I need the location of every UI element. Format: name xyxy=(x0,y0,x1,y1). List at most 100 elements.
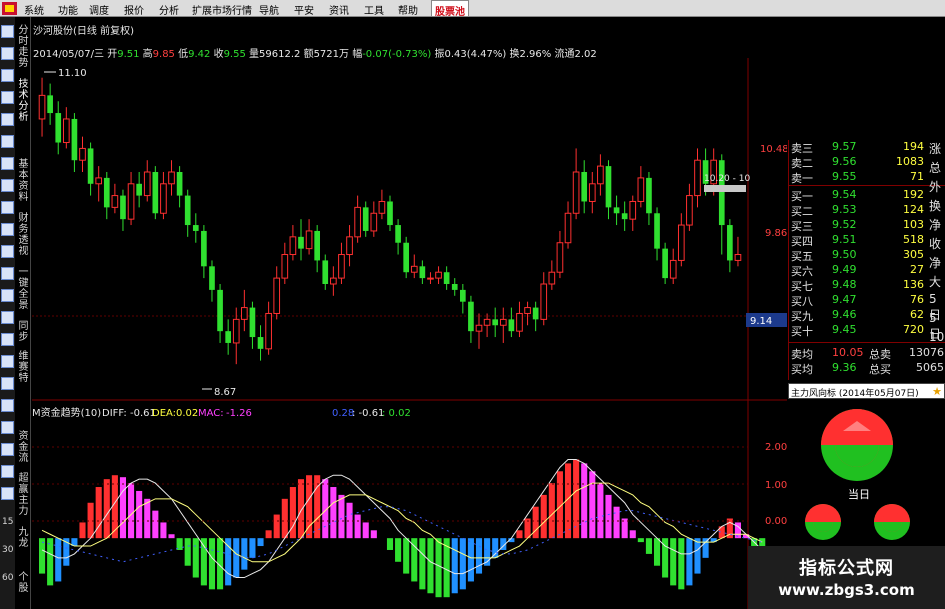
menu-stock-pool[interactable]: 股票池 xyxy=(431,0,469,18)
candle-body xyxy=(572,171,580,214)
buy-price: 9.53 xyxy=(832,203,857,216)
candle-body xyxy=(588,183,596,202)
menu-function[interactable]: 功能 xyxy=(58,2,78,17)
candle-body xyxy=(257,337,264,349)
formula-icon[interactable] xyxy=(1,421,14,434)
watermark-title: 指标公式网 xyxy=(799,558,894,579)
buy-volume: 76 xyxy=(910,293,924,306)
boll-icon[interactable] xyxy=(1,377,14,390)
buy-row[interactable]: 买八 9.47 76 xyxy=(789,293,945,308)
buy-price: 9.54 xyxy=(832,188,857,201)
hand-icon[interactable] xyxy=(1,289,14,302)
macd-bar xyxy=(702,538,709,558)
buy-row[interactable]: 买一 9.54 192 xyxy=(789,188,945,203)
export-icon[interactable] xyxy=(1,443,14,456)
pattern-icon[interactable] xyxy=(1,245,14,258)
macd-bars-group xyxy=(39,459,766,598)
buy-row[interactable]: 买九 9.46 62 xyxy=(789,308,945,323)
buy-volume: 103 xyxy=(903,218,924,231)
buy-price: 9.48 xyxy=(832,278,857,291)
period-15[interactable]: 15 xyxy=(2,517,13,527)
buy-row[interactable]: 买三 9.52 103 xyxy=(789,218,945,233)
today-label: 当日 xyxy=(848,488,870,501)
tab-individual[interactable]: 个股 xyxy=(17,572,30,594)
macd-bar xyxy=(95,487,102,539)
chart-area[interactable]: 10.48 9.86 9.14 11.10 8.67 10.20 - 10 M资… xyxy=(32,58,787,609)
zoom-out-icon[interactable] xyxy=(1,69,14,82)
macd-bar xyxy=(540,494,547,539)
buy-row[interactable]: 买十 9.45 720 xyxy=(789,323,945,338)
tab-weisaite[interactable]: 维赛特 xyxy=(17,351,30,384)
watermark-url: www.zbgs3.com xyxy=(778,581,915,599)
avg-sell-price: 10.05 xyxy=(832,346,864,359)
candle-body xyxy=(152,172,159,214)
menu-tools[interactable]: 工具 xyxy=(364,2,384,17)
compare-icon[interactable] xyxy=(1,179,14,192)
three-day-flow-pie xyxy=(805,504,841,540)
rsi-icon[interactable] xyxy=(1,333,14,346)
zoom-in-icon[interactable] xyxy=(1,47,14,60)
menu-pingan[interactable]: 平安 xyxy=(294,2,314,17)
tab-sync[interactable]: 同步 xyxy=(17,321,30,343)
buy-level-label: 买三 xyxy=(791,220,813,233)
candle-body xyxy=(95,177,103,185)
tab-financials[interactable]: 财务透视 xyxy=(17,213,30,257)
vol-icon[interactable] xyxy=(1,355,14,368)
tab-panorama[interactable]: 一键全景 xyxy=(17,267,30,311)
menu-extended-market[interactable]: 扩展市场行情 xyxy=(192,2,252,17)
menu-navigation[interactable]: 导航 xyxy=(259,2,279,17)
menu-analysis[interactable]: 分析 xyxy=(159,2,179,17)
candle-body xyxy=(298,236,304,249)
candle-body xyxy=(581,172,588,202)
sell-row[interactable]: 卖一 9.55 71 xyxy=(789,170,945,185)
menu-system[interactable]: 系统 xyxy=(24,2,44,17)
period-30[interactable]: 30 xyxy=(2,545,13,555)
macd-bar xyxy=(144,498,151,539)
candle-body xyxy=(225,331,231,343)
buy-row[interactable]: 买四 9.51 518 xyxy=(789,233,945,248)
macd-bar xyxy=(419,538,426,590)
buy-row[interactable]: 买二 9.53 124 xyxy=(789,203,945,218)
tab-technical[interactable]: 技术分析 xyxy=(17,79,30,123)
current-price-value: 9.14 xyxy=(750,316,772,327)
buy-row[interactable]: 买五 9.50 305 xyxy=(789,248,945,263)
menu-dispatch[interactable]: 调度 xyxy=(89,2,109,17)
candle-body xyxy=(629,200,637,220)
settings-icon[interactable] xyxy=(1,267,14,280)
kdj-icon[interactable] xyxy=(1,311,14,324)
line-tool-icon[interactable] xyxy=(1,91,14,104)
sell-volume: 194 xyxy=(903,140,924,153)
macd-bar xyxy=(597,483,604,539)
macd-bar xyxy=(362,522,369,539)
sell-row[interactable]: 卖三 9.57 194 xyxy=(789,140,945,155)
candle-body xyxy=(508,319,515,332)
menu-quote[interactable]: 报价 xyxy=(124,2,144,17)
text-tool-icon[interactable] xyxy=(1,223,14,236)
menu-news[interactable]: 资讯 xyxy=(329,2,349,17)
tab-intraday[interactable]: 分时走势 xyxy=(17,25,30,69)
tab-capital-flow[interactable]: 资金流 xyxy=(17,431,30,464)
indicator-extra-1: 0.28 xyxy=(332,408,354,419)
macd-bar xyxy=(47,538,54,586)
cursor-icon[interactable] xyxy=(1,25,14,38)
alert-icon[interactable] xyxy=(1,487,14,500)
menu-help[interactable]: 帮助 xyxy=(398,2,418,17)
period-icon[interactable] xyxy=(1,157,14,170)
sell-row[interactable]: 卖二 9.56 1083 xyxy=(789,155,945,170)
draw-icon[interactable] xyxy=(1,201,14,214)
edit-icon[interactable] xyxy=(1,399,14,412)
info-icon[interactable] xyxy=(1,465,14,478)
candle-body xyxy=(71,118,78,161)
tab-jiulong[interactable]: 九龙 xyxy=(17,527,30,549)
buy-row[interactable]: 买六 9.49 27 xyxy=(789,263,945,278)
tab-super-main[interactable]: 超赢主力 xyxy=(17,473,30,517)
candle-body xyxy=(111,195,119,208)
macd-bar xyxy=(435,538,442,598)
chart-svg[interactable]: 10.48 9.86 9.14 11.10 8.67 10.20 - 10 M资… xyxy=(32,58,787,609)
candle-icon[interactable] xyxy=(1,113,14,126)
buy-row[interactable]: 买七 9.48 136 xyxy=(789,278,945,293)
macd-bar xyxy=(605,494,612,539)
tab-fundamentals[interactable]: 基本资料 xyxy=(17,159,30,203)
period-60[interactable]: 60 xyxy=(2,573,13,583)
indicator-icon[interactable] xyxy=(1,135,14,148)
